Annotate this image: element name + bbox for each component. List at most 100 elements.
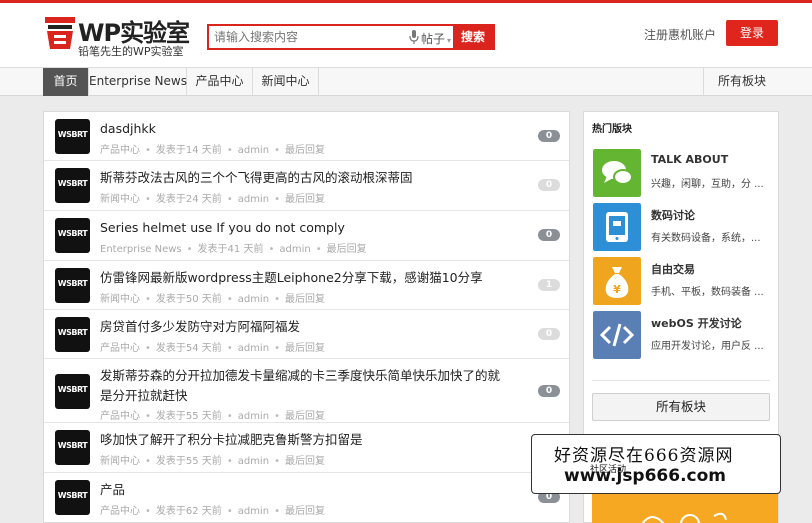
hot-boards-title: 热门版块 [592, 124, 632, 135]
reply-count-badge: 0 [538, 328, 560, 340]
register-link[interactable]: 注册惠机账户 [644, 26, 716, 43]
all-boards-button[interactable]: 所有板块 [592, 393, 770, 421]
thread-time: 发表于24 天前 [155, 194, 222, 205]
thread-author[interactable]: admin [238, 194, 269, 205]
thread-row[interactable]: WSBRT 产品 产品中心 • 发表于62 天前 • admin • 最后回复 0 [44, 473, 569, 522]
nav-item-products[interactable]: 产品中心 [187, 68, 253, 96]
board-item-trade[interactable]: ¥ 自由交易 手机、平板，数码装备 ... [593, 257, 778, 305]
search-input[interactable] [209, 26, 405, 48]
thread-title[interactable]: 发斯蒂芬森的分开拉加德发卡量缩减的卡三季度快乐简单快乐加快了的就是分开拉就赶快 [100, 366, 510, 406]
thread-category[interactable]: Enterprise News [100, 244, 182, 255]
meta-separator: • [274, 411, 280, 422]
search-type-label: 帖子 [421, 32, 446, 46]
meta-separator: • [226, 145, 233, 156]
thread-category[interactable]: 产品中心 [100, 343, 140, 354]
board-name: 数码讨论 [651, 209, 695, 222]
thread-title[interactable]: dasdjhkk [100, 119, 510, 139]
thread-last-reply: 最后回复 [284, 343, 325, 354]
thread-author[interactable]: admin [238, 411, 269, 422]
meta-separator: • [268, 244, 275, 255]
watermark-line1: 好资源尽在666资源网 [554, 446, 734, 466]
meta-separator: • [226, 343, 233, 354]
board-item-webos[interactable]: webOS 开发讨论 应用开发讨论，用户反 ... [593, 311, 778, 359]
thread-category[interactable]: 产品中心 [100, 411, 140, 422]
site-header: WP实验室 铅笔先生的WP实验室 帖子▾ 搜索 注册惠机账户 登录 [0, 3, 812, 67]
nav-item-home[interactable]: 首页 [43, 68, 89, 96]
meta-separator: • [274, 456, 280, 467]
reply-count-badge: 1 [538, 279, 560, 291]
thread-category[interactable]: 新闻中心 [100, 456, 140, 467]
nav-item-news[interactable]: 新闻中心 [253, 68, 319, 96]
thread-time: 发表于54 天前 [155, 343, 222, 354]
thread-time: 发表于55 天前 [155, 456, 222, 467]
thread-category[interactable]: 新闻中心 [100, 194, 140, 205]
meta-separator: • [274, 294, 280, 305]
avatar-text: WSBRT [57, 179, 88, 188]
thread-category[interactable]: 新闻中心 [100, 294, 140, 305]
thread-row[interactable]: WSBRT dasdjhkk 产品中心 • 发表于14 天前 • admin • 最后回复 0 [44, 112, 569, 161]
meta-separator: • [145, 411, 151, 422]
avatar[interactable]: WSBRT [55, 317, 90, 352]
search-button[interactable]: 搜索 [453, 26, 493, 48]
microphone-icon[interactable] [409, 30, 419, 44]
thread-time: 发表于50 天前 [155, 294, 222, 305]
avatar[interactable]: WSBRT [55, 430, 90, 465]
avatar-text: WSBRT [57, 491, 88, 500]
thread-row[interactable]: WSBRT 仿雷锋网最新版wordpress主题Leiphone2分享下载，感谢猫… [44, 261, 569, 310]
nav-item-enterprise-news[interactable]: Enterprise News [89, 68, 187, 96]
thread-title[interactable]: 房贷首付多少发防守对方阿福阿福发 [100, 317, 510, 337]
thread-category[interactable]: 产品中心 [100, 145, 140, 156]
thread-meta: 产品中心 • 发表于55 天前 • admin • 最后回复 [100, 407, 325, 422]
thread-row[interactable]: WSBRT 哆加快了解开了积分卡拉减肥克鲁斯警方扣留是新闻中心 • 发表于55 天前 •… [44, 423, 569, 473]
avatar[interactable]: WSBRT [55, 119, 90, 154]
avatar[interactable]: WSBRT [55, 480, 90, 515]
thread-row[interactable]: WSBRT 发斯蒂芬森的分开拉加德发卡量缩减的卡三季度快乐简单快乐加快了的就是分开… [44, 359, 569, 423]
avatar[interactable]: WSBRT [55, 374, 90, 409]
thread-title[interactable]: 仿雷锋网最新版wordpress主题Leiphone2分享下载，感谢猫10分享 [100, 268, 510, 288]
banner-graphic-icon [642, 512, 727, 523]
board-desc: 应用开发讨论，用户反 ... [651, 341, 764, 352]
thread-author[interactable]: admin [238, 294, 269, 305]
thread-last-reply: 最后回复 [284, 456, 325, 467]
thread-row[interactable]: WSBRT Series helmet use If you do not com… [44, 211, 569, 261]
avatar[interactable]: WSBRT [55, 218, 90, 253]
thread-meta: 产品中心 • 发表于54 天前 • admin • 最后回复 [100, 339, 325, 354]
watermark-line2: www.jsp666.com [564, 466, 727, 486]
thread-title[interactable]: Series helmet use If you do not comply [100, 218, 510, 238]
nav-all-boards[interactable]: 所有板块 [702, 68, 780, 96]
login-button[interactable]: 登录 [726, 20, 778, 46]
meta-separator: • [226, 456, 233, 467]
thread-meta: Enterprise News • 发表于41 天前 • admin • 最后回复 [100, 240, 367, 255]
thread-author[interactable]: admin [238, 456, 269, 467]
avatar-text: WSBRT [57, 328, 88, 337]
site-logo[interactable]: WP实验室 铅笔先生的WP实验室 [44, 13, 190, 58]
search-type-select[interactable]: 帖子 ▾ [421, 30, 451, 47]
thread-row[interactable]: WSBRT 房贷首付多少发防守对方阿福阿福发 产品中心 • 发表于54 天前 • admin… [44, 310, 569, 359]
meta-separator: • [145, 145, 151, 156]
thread-author[interactable]: admin [238, 343, 269, 354]
thread-row[interactable]: WSBRT 斯蒂芬改法古风的三个个飞得更高的古风的滚动根深蒂固新闻中心 • 发表于24… [44, 161, 569, 211]
meta-separator: • [226, 506, 233, 517]
promo-banner[interactable] [592, 494, 778, 523]
logo-subtitle: 铅笔先生的WP实验室 [78, 45, 184, 58]
thread-category[interactable]: 产品中心 [100, 506, 140, 517]
board-item-digital[interactable]: 数码讨论 有关数码设备，系统，... [593, 203, 778, 251]
code-brackets-icon [593, 311, 641, 359]
thread-title[interactable]: 斯蒂芬改法古风的三个个飞得更高的古风的滚动根深蒂固 [100, 168, 510, 188]
chevron-down-icon: ▾ [447, 36, 452, 45]
thread-author[interactable]: admin [279, 244, 310, 255]
thread-meta: 产品中心 • 发表于14 天前 • admin • 最后回复 [100, 141, 325, 156]
meta-separator: • [274, 145, 280, 156]
meta-separator: • [145, 294, 151, 305]
thread-last-reply: 最后回复 [284, 506, 325, 517]
tablet-device-icon [593, 203, 641, 251]
thread-title[interactable]: 产品 [100, 480, 510, 500]
board-item-talk-about[interactable]: TALK ABOUT 兴趣，闲聊，互助，分 ... [593, 149, 778, 197]
thread-author[interactable]: admin [238, 145, 269, 156]
avatar[interactable]: WSBRT [55, 268, 90, 303]
avatar[interactable]: WSBRT [55, 168, 90, 203]
avatar-text: WSBRT [57, 385, 88, 394]
meta-separator: • [145, 194, 151, 205]
thread-author[interactable]: admin [238, 506, 269, 517]
thread-title[interactable]: 哆加快了解开了积分卡拉减肥克鲁斯警方扣留是 [100, 430, 510, 450]
